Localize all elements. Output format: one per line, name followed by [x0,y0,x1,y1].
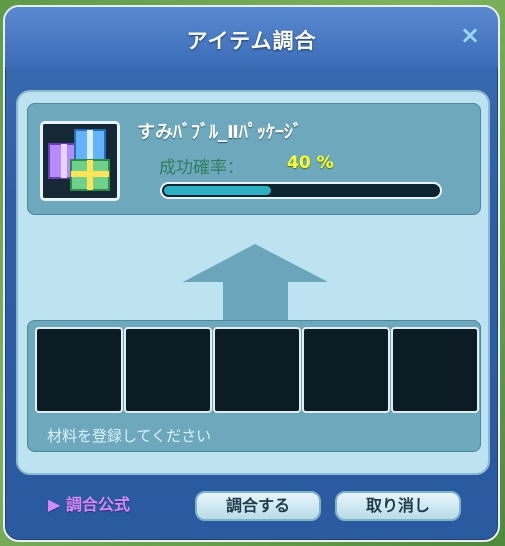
mix-formula-link[interactable]: ▶ 調合公式 [48,491,130,519]
window-title: アイテム調合 [186,29,317,53]
success-rate-value: 40 % [287,153,334,173]
success-rate-label: 成功確率： [159,158,244,178]
material-slot[interactable] [213,327,301,413]
material-slot[interactable] [35,327,123,413]
up-arrow-icon [183,244,328,320]
gift-box-package-icon [40,121,120,201]
main-panel: すみﾊﾞﾌﾞﾙ_Ⅱﾊﾟｯｹｰｼﾞ 成功確率： 40 % 材料を登録してください [16,90,490,475]
item-name: すみﾊﾞﾌﾞﾙ_Ⅱﾊﾟｯｹｰｼﾞ [137,122,302,143]
material-slot[interactable] [302,327,390,413]
item-mix-window: アイテム調合 × すみﾊﾞﾌﾞﾙ_Ⅱﾊﾟｯｹｰｼﾞ 成功確率： 40 % 材料を… [3,5,500,542]
success-rate-bar-fill [164,186,272,195]
material-hint: 材料を登録してください [47,427,212,445]
material-slots-area: 材料を登録してください [27,320,481,452]
title-bar[interactable]: アイテム調合 × [5,7,498,67]
close-icon[interactable]: × [458,23,482,47]
cancel-button[interactable]: 取り消し [335,491,461,521]
result-item-box: すみﾊﾞﾌﾞﾙ_Ⅱﾊﾟｯｹｰｼﾞ 成功確率： 40 % [27,103,481,215]
success-rate-bar [160,182,442,199]
material-slot[interactable] [391,327,479,413]
mix-button[interactable]: 調合する [195,491,321,521]
material-slot[interactable] [124,327,212,413]
